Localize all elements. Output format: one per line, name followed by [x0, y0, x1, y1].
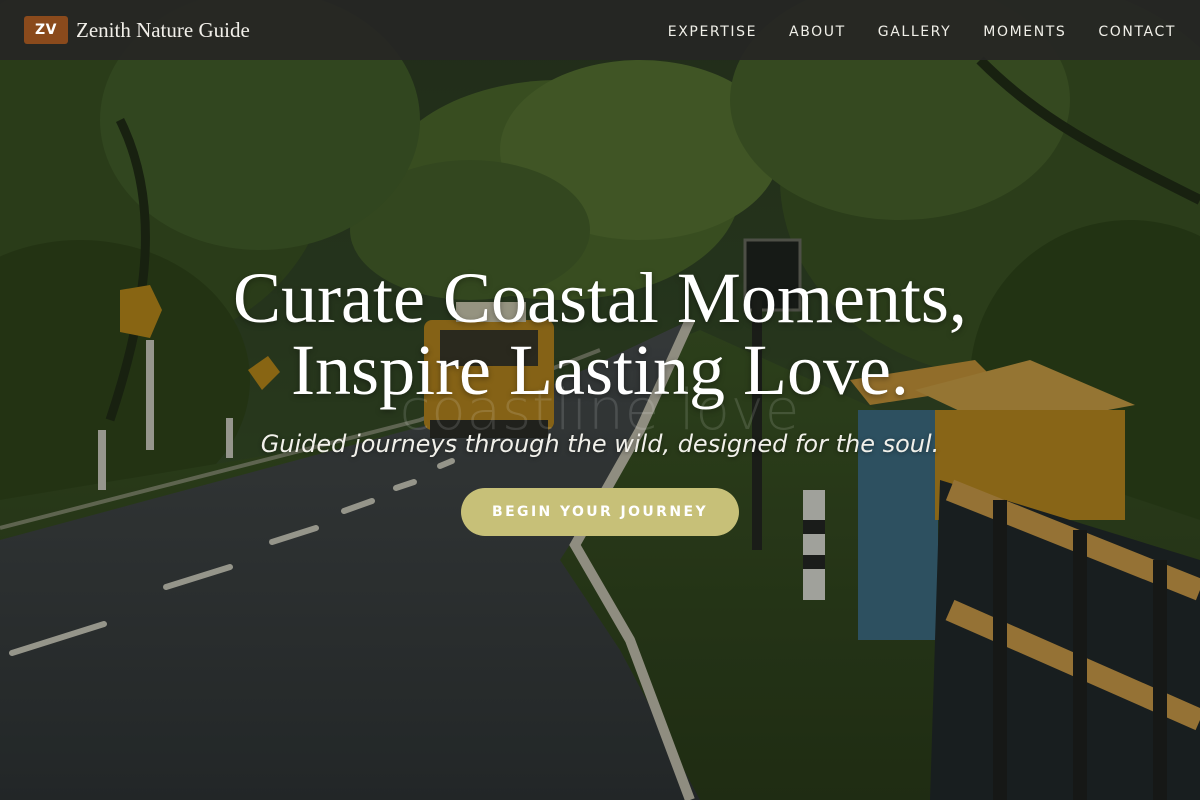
hero-content: Curate Coastal Moments, Inspire Lasting … — [0, 262, 1200, 536]
begin-journey-button[interactable]: BEGIN YOUR JOURNEY — [461, 488, 739, 536]
hero-headline: Curate Coastal Moments, Inspire Lasting … — [0, 262, 1200, 406]
logo-badge: ZV — [24, 16, 68, 44]
nav-item-gallery: GALLERY — [878, 21, 951, 40]
nav-link-expertise[interactable]: EXPERTISE — [668, 24, 757, 40]
top-navbar: ZV Zenith Nature Guide EXPERTISE ABOUT G… — [0, 0, 1200, 60]
nav-item-expertise: EXPERTISE — [668, 21, 757, 40]
nav-item-about: ABOUT — [789, 21, 846, 40]
brand-name: Zenith Nature Guide — [76, 17, 250, 42]
nav-link-moments[interactable]: MOMENTS — [983, 24, 1066, 40]
hero-headline-line-2: Inspire Lasting Love. — [291, 330, 909, 410]
brand-home-link[interactable]: ZV Zenith Nature Guide — [24, 16, 250, 44]
nav-link-gallery[interactable]: GALLERY — [878, 24, 951, 40]
nav-menu: EXPERTISE ABOUT GALLERY MOMENTS CONTACT — [668, 21, 1176, 40]
nav-link-contact[interactable]: CONTACT — [1098, 24, 1176, 40]
nav-item-contact: CONTACT — [1098, 21, 1176, 40]
nav-link-about[interactable]: ABOUT — [789, 24, 846, 40]
nav-item-moments: MOMENTS — [983, 21, 1066, 40]
hero-tagline: Guided journeys through the wild, design… — [260, 430, 940, 458]
hero-headline-line-1: Curate Coastal Moments, — [233, 258, 967, 338]
